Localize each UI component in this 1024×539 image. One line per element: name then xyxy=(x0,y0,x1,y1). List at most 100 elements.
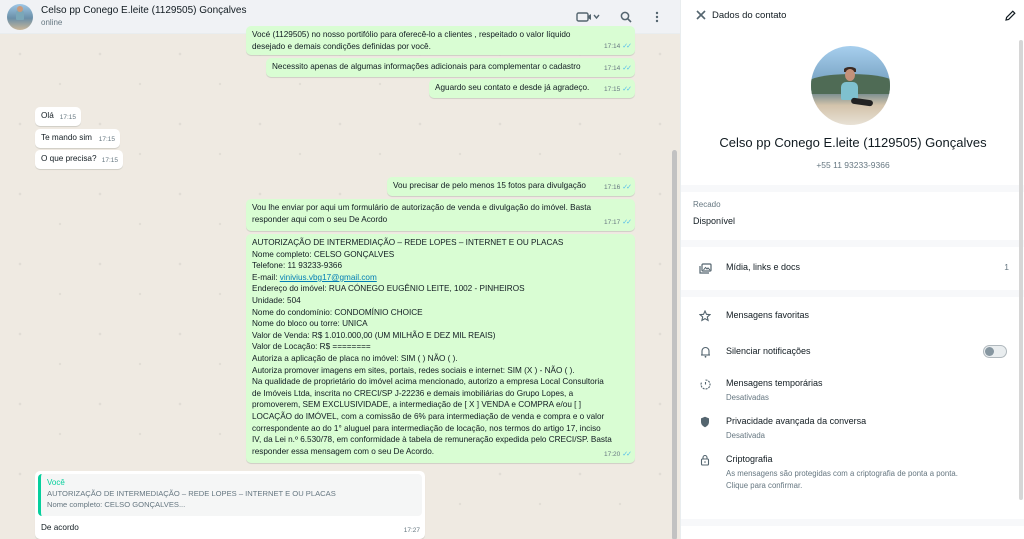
message-outgoing[interactable]: Vou lhe enviar por aqui um formulário de… xyxy=(246,199,635,231)
message-time: 17:17 xyxy=(603,219,621,227)
section-divider xyxy=(681,290,1024,297)
disappearing-messages-value: Desativadas xyxy=(726,393,769,402)
message-time: 17:15 xyxy=(603,86,621,94)
message-outgoing[interactable]: Vou precisar de pelo menos 15 fotos para… xyxy=(387,177,635,196)
media-links-docs-label: Mídia, links e docs xyxy=(726,262,801,272)
chat-status: online xyxy=(41,18,63,27)
quoted-author: Você xyxy=(47,478,65,487)
contact-info-pane: Dados do contato Celso pp Conego E.leite… xyxy=(680,0,1024,539)
quoted-message[interactable]: Você AUTORIZAÇÃO DE INTERMEDIAÇÃO – REDE… xyxy=(38,474,422,516)
message-outgoing[interactable]: Aguardo seu contato e desde já agradeço.… xyxy=(429,79,635,98)
mute-notifications-label: Silenciar notificações xyxy=(726,346,811,356)
message-time: 17:15 xyxy=(101,157,118,165)
mute-notifications-row[interactable]: Silenciar notificações xyxy=(693,344,1013,372)
read-check-icon: ✓✓ xyxy=(622,86,632,94)
message-outgoing[interactable]: Necessito apenas de algumas informações … xyxy=(266,58,635,77)
disappearing-messages-row[interactable]: Mensagens temporárias Desativadas xyxy=(693,376,1013,404)
chat-scrollbar[interactable] xyxy=(672,150,677,539)
message-text: Telefone: 11 93233-9366 xyxy=(252,261,342,271)
email-link[interactable]: vinivius.vbg17@gmail.com xyxy=(280,273,377,282)
timer-icon xyxy=(697,376,713,392)
message-time: 17:15 xyxy=(59,114,76,122)
media-links-docs-row[interactable]: Mídia, links e docs 1 xyxy=(693,260,1013,288)
section-divider xyxy=(681,185,1024,192)
encryption-label: Criptografia xyxy=(726,454,773,464)
contact-phone: +55 11 93233-9366 xyxy=(816,160,890,170)
message-text: promoverem, SEM EXCLUSIVIDADE, a interme… xyxy=(252,400,581,410)
read-check-icon: ✓✓ xyxy=(622,184,632,192)
message-text: Unidade: 504 xyxy=(252,295,301,305)
section-divider xyxy=(681,240,1024,247)
message-incoming[interactable]: Olá 17:15 xyxy=(35,107,81,126)
read-check-icon: ✓✓ xyxy=(622,43,632,51)
phone-number[interactable]: 11 93233-9366 xyxy=(288,261,342,270)
chat-pane: Celso pp Conego E.leite (1129505) Gonçal… xyxy=(0,0,680,539)
message-text: Nome do bloco ou torre: UNICA xyxy=(252,319,368,329)
advanced-chat-privacy-value: Desativada xyxy=(726,431,766,440)
quoted-text: Nome completo: CELSO GONÇALVES... xyxy=(47,500,186,509)
read-check-icon: ✓✓ xyxy=(622,65,632,73)
media-icon xyxy=(697,260,713,276)
chat-title[interactable]: Celso pp Conego E.leite (1129505) Gonçal… xyxy=(41,5,247,16)
edit-pencil-icon[interactable] xyxy=(1002,7,1018,23)
contact-info-header: Dados do contato xyxy=(681,0,1024,31)
message-time: 17:14 xyxy=(603,43,621,51)
message-text: Vou precisar de pelo menos 15 fotos para… xyxy=(393,181,586,190)
message-text: de Imóveis Ltda, inscrita no CRECI/SP J-… xyxy=(252,388,574,398)
message-incoming-reply[interactable]: Você AUTORIZAÇÃO DE INTERMEDIAÇÃO – REDE… xyxy=(35,471,425,539)
message-text: Endereço do imóvel: RUA CÓNEGO EUGÊNIO L… xyxy=(252,284,525,294)
message-text: desejado e demais condições definidas po… xyxy=(252,41,431,51)
read-check-icon: ✓✓ xyxy=(622,451,632,459)
encryption-description: As mensagens são protegidas com a cripto… xyxy=(726,469,958,478)
message-outgoing[interactable]: Vocé (1129505) no nosso portifólio para … xyxy=(246,26,635,55)
message-time: 17:27 xyxy=(403,527,420,535)
message-time: 17:14 xyxy=(603,65,621,73)
contact-info-title: Dados do contato xyxy=(712,10,787,21)
media-count: 1 xyxy=(1004,262,1009,272)
message-text: Vou lhe enviar por aqui um formulário de… xyxy=(252,203,592,212)
message-text: Vocé (1129505) no nosso portifólio para … xyxy=(252,30,571,39)
message-text: Aguardo seu contato e desde já agradeço. xyxy=(435,83,590,92)
profile-photo[interactable] xyxy=(811,46,890,125)
message-text: Na qualidade de proprietário do imóvel a… xyxy=(252,377,604,387)
message-text: AUTORIZAÇÃO DE INTERMEDIAÇÃO – REDE LOPE… xyxy=(252,238,564,247)
lock-icon xyxy=(697,452,713,468)
close-icon[interactable] xyxy=(693,7,709,23)
quoted-text: AUTORIZAÇÃO DE INTERMEDIAÇÃO – REDE LOPE… xyxy=(47,489,336,498)
message-outgoing-form[interactable]: AUTORIZAÇÃO DE INTERMEDIAÇÃO – REDE LOPE… xyxy=(246,234,635,463)
read-check-icon: ✓✓ xyxy=(622,219,632,227)
section-divider xyxy=(681,519,1024,526)
message-text: Autoriza a aplicação de placa no imóvel:… xyxy=(252,353,458,363)
message-incoming[interactable]: Te mando sim 17:15 xyxy=(35,129,120,148)
encryption-row[interactable]: Criptografia As mensagens são protegidas… xyxy=(693,452,1013,496)
message-text: E-mail: vinivius.vbg17@gmail.com xyxy=(252,272,377,282)
bell-icon xyxy=(697,344,713,360)
starred-messages-row[interactable]: Mensagens favoritas xyxy=(693,308,1013,336)
message-text: responder aqui com o seu De Acordo xyxy=(252,214,388,224)
message-text: Nome do condomínio: CONDOMÍNIO CHOICE xyxy=(252,307,423,317)
starred-messages-label: Mensagens favoritas xyxy=(726,310,810,320)
encryption-confirm-hint: Clique para confirmar. xyxy=(726,481,803,490)
message-text: Autoriza promover imagens em sites, port… xyxy=(252,365,575,375)
message-incoming[interactable]: O que precisa? 17:15 xyxy=(35,150,123,169)
search-icon[interactable] xyxy=(616,7,636,27)
video-call-icon[interactable] xyxy=(573,7,603,27)
message-list[interactable]: Vocé (1129505) no nosso portifólio para … xyxy=(0,26,680,539)
about-label: Recado xyxy=(693,200,721,209)
message-time: 17:20 xyxy=(603,451,621,459)
menu-icon[interactable] xyxy=(647,7,667,27)
about-value: Disponível xyxy=(693,216,736,226)
message-text: Nome completo: CELSO GONÇALVES xyxy=(252,249,395,259)
message-text: Valor de Locação: R$ ======== xyxy=(252,342,371,352)
message-text: correspondente ao do 1° aluguel para int… xyxy=(252,423,601,433)
mute-notifications-toggle[interactable] xyxy=(983,345,1007,358)
contact-avatar[interactable] xyxy=(7,4,33,30)
message-time: 17:15 xyxy=(98,136,115,144)
advanced-chat-privacy-label: Privacidade avançada da conversa xyxy=(726,416,867,426)
message-text: responder essa mensagem com o seu De Aco… xyxy=(252,446,435,456)
message-time: 17:16 xyxy=(603,184,621,192)
contact-info-scrollbar[interactable] xyxy=(1019,40,1023,500)
advanced-chat-privacy-row[interactable]: Privacidade avançada da conversa Desativ… xyxy=(693,414,1013,442)
message-text: IV, da Lei n.º 6.530/78, em conformidade… xyxy=(252,435,612,445)
message-text: Necessito apenas de algumas informações … xyxy=(272,62,581,71)
